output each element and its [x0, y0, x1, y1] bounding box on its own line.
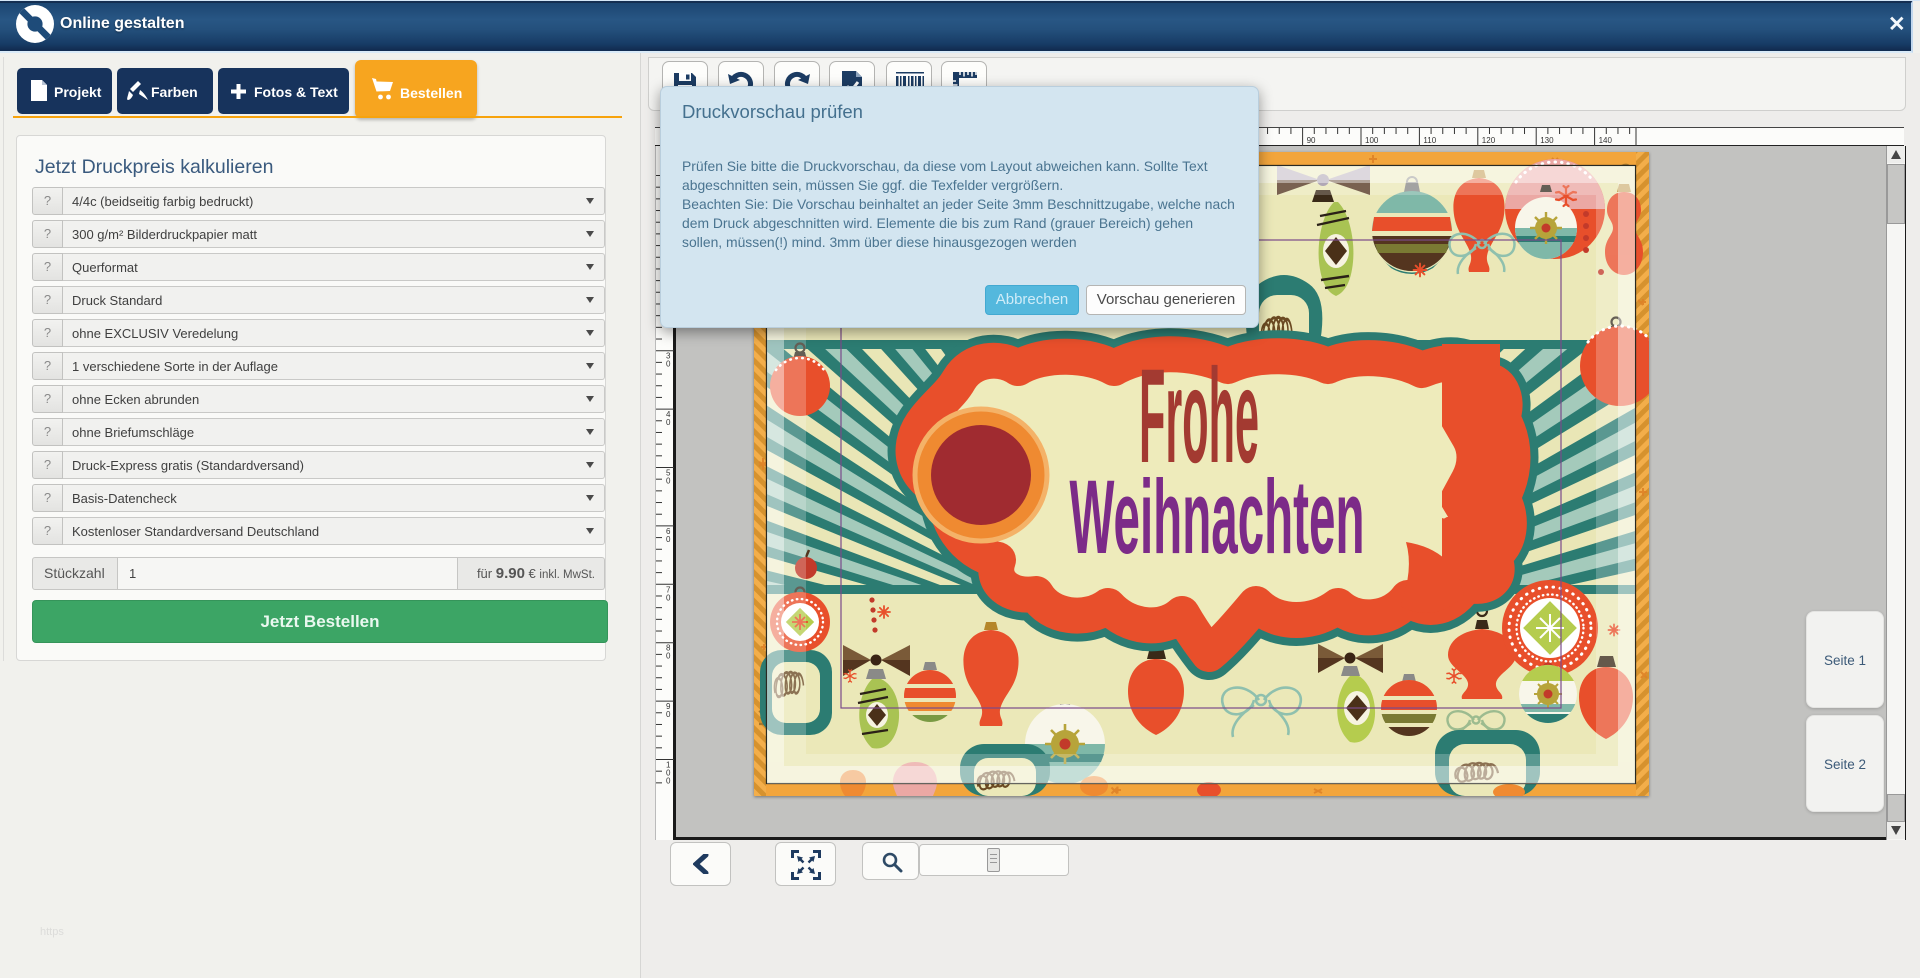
- svg-text:0: 0: [666, 593, 671, 602]
- svg-text:0: 0: [666, 360, 671, 369]
- svg-text:0: 0: [666, 477, 671, 486]
- svg-text:0: 0: [666, 418, 671, 427]
- svg-text:140: 140: [1599, 136, 1613, 145]
- svg-text:0: 0: [666, 710, 671, 719]
- svg-text:110: 110: [1423, 136, 1436, 145]
- svg-text:120: 120: [1482, 136, 1496, 145]
- svg-text:100: 100: [1365, 136, 1379, 145]
- svg-text:90: 90: [1307, 136, 1316, 145]
- svg-text:130: 130: [1540, 136, 1554, 145]
- svg-text:0: 0: [666, 652, 671, 661]
- svg-text:0: 0: [666, 535, 671, 544]
- svg-text:0: 0: [666, 777, 671, 786]
- svg-text:Weihnachten: Weihnachten: [1070, 459, 1365, 576]
